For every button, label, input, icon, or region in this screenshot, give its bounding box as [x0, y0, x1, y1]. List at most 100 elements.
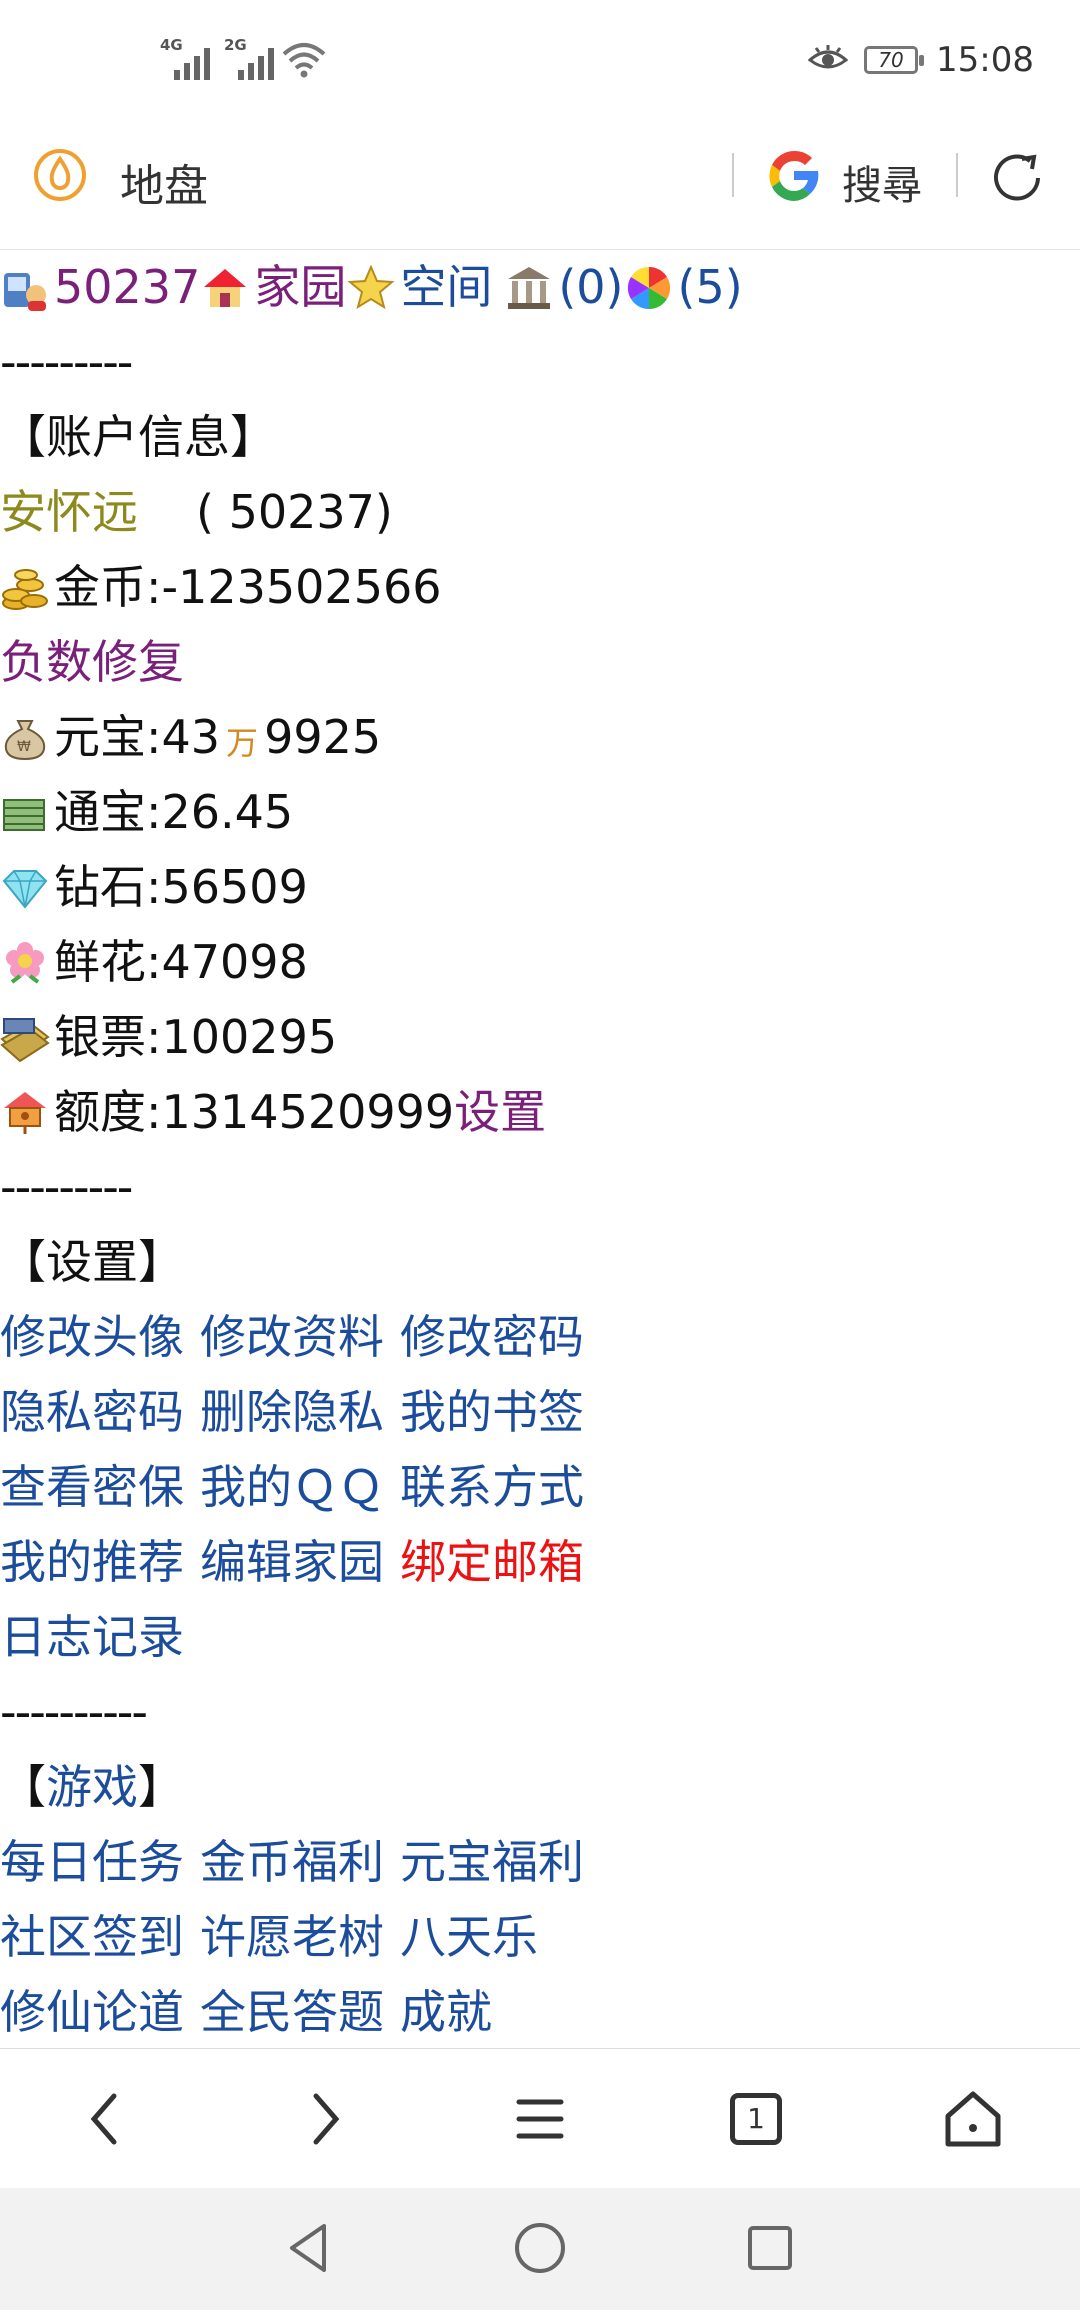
- clock: 15:08: [936, 40, 1034, 80]
- gold-row: 金币: -123502566: [0, 550, 1080, 625]
- forward-icon[interactable]: [288, 2084, 358, 2154]
- bind-email-link[interactable]: 绑定邮箱: [400, 1525, 584, 1600]
- home-icon: [204, 268, 247, 307]
- account-section-title: 【账户信息】: [0, 410, 276, 464]
- yuanbao-row: ₩ 元宝: 43 万 9925: [0, 700, 1080, 775]
- home-link[interactable]: 家园: [254, 250, 346, 325]
- browser-toolbar: 1: [0, 2048, 1080, 2189]
- fix-negative-row: 负数修复: [0, 625, 1080, 700]
- money-bag-icon: ₩: [4, 719, 46, 760]
- pinwheel-icon: [627, 266, 670, 309]
- home-nav-icon[interactable]: [938, 2084, 1008, 2154]
- banknote-icon: [0, 1017, 50, 1062]
- games-row: 每日任务 金币福利 元宝福利: [0, 1825, 1080, 1900]
- edit-home-link[interactable]: 编辑家园: [200, 1525, 384, 1600]
- phone-user-icon: [4, 272, 46, 311]
- my-referrals-link[interactable]: 我的推荐: [0, 1525, 184, 1600]
- log-records-link[interactable]: 日志记录: [0, 1600, 184, 1675]
- change-password-link[interactable]: 修改密码: [400, 1300, 584, 1375]
- settings-row: 日志记录: [0, 1600, 1080, 1675]
- quiz-link[interactable]: 全民答题: [200, 1975, 384, 2050]
- tongbao-text: 通宝:26.45: [54, 785, 294, 839]
- privacy-password-link[interactable]: 隐私密码: [0, 1375, 184, 1450]
- tabs-icon: 1: [730, 2093, 782, 2145]
- divider-line: ----------: [0, 1685, 148, 1739]
- star-space-icon: [347, 263, 395, 309]
- divider-line: ---------: [0, 1160, 133, 1214]
- username-link[interactable]: 安怀远: [0, 475, 138, 550]
- tongbao-row: 通宝:26.45: [0, 775, 1080, 850]
- site-title[interactable]: 地盘: [120, 150, 208, 214]
- my-qq-link[interactable]: 我的ＱＱ: [200, 1450, 384, 1525]
- signal-4g-icon: 4G: [160, 36, 210, 80]
- bracket-close: 】: [138, 1760, 184, 1814]
- flower-row: 鲜花:47098: [0, 925, 1080, 1000]
- quota-row: 额度:1314520999 设置: [0, 1075, 1080, 1150]
- site-drop-icon[interactable]: [32, 147, 88, 203]
- settings-section-title: 【设置】: [0, 1235, 184, 1289]
- address-bar: 地盘 搜尋: [0, 125, 1080, 250]
- google-logo-icon[interactable]: [763, 145, 825, 207]
- delete-privacy-link[interactable]: 删除隐私: [200, 1375, 384, 1450]
- cultivation-link[interactable]: 修仙论道: [0, 1975, 184, 2050]
- gold-welfare-link[interactable]: 金币福利: [200, 1825, 384, 1900]
- games-row: 社区签到 许愿老树 八天乐: [0, 1900, 1080, 1975]
- space-link[interactable]: 空间: [400, 250, 492, 325]
- battery-icon: 70: [864, 46, 924, 74]
- gold-coins-icon: [2, 568, 48, 610]
- top-links-row: 50237 家园 空间 (0) (5): [0, 250, 1080, 325]
- settings-row: 查看密保 我的ＱＱ 联系方式: [0, 1450, 1080, 1525]
- edit-profile-link[interactable]: 修改资料: [200, 1300, 384, 1375]
- games-row: 修仙论道 全民答题 成就: [0, 1975, 1080, 2050]
- battery-level: 70: [878, 48, 904, 72]
- user-id-text: ( 50237): [196, 485, 393, 539]
- games-link[interactable]: 游戏: [46, 1750, 138, 1825]
- eye-comfort-icon: [808, 45, 848, 69]
- bracket-open: 【: [0, 1760, 46, 1814]
- divider-line: ---------: [0, 335, 133, 389]
- yuanbao-rest-value: 9925: [264, 710, 382, 764]
- wifi-icon: [282, 43, 326, 78]
- search-button[interactable]: 搜尋: [842, 153, 922, 211]
- gold-value: -123502566: [161, 560, 442, 614]
- eight-day-link[interactable]: 八天乐: [400, 1900, 538, 1975]
- page-content: 50237 家园 空间 (0) (5) --------- 【账户信息】 安怀远…: [0, 250, 1080, 2050]
- my-bookmarks-link[interactable]: 我的书签: [400, 1375, 584, 1450]
- menu-icon[interactable]: [505, 2084, 575, 2154]
- achievements-link[interactable]: 成就: [400, 1975, 492, 2050]
- wish-tree-link[interactable]: 许愿老树: [200, 1900, 384, 1975]
- banknote-text: 银票:100295: [54, 1010, 338, 1064]
- status-bar: 4G 2G 70 15:08: [0, 0, 1080, 125]
- tab-count: 1: [747, 2102, 765, 2135]
- quota-text: 额度:1314520999: [54, 1085, 455, 1139]
- quota-setting-link[interactable]: 设置: [454, 1075, 546, 1150]
- community-checkin-link[interactable]: 社区签到: [0, 1900, 184, 1975]
- daily-task-link[interactable]: 每日任务: [0, 1825, 184, 1900]
- system-home-icon[interactable]: [510, 2218, 570, 2278]
- diamond-row: 钻石:56509: [0, 850, 1080, 925]
- other-count-link[interactable]: (5): [678, 250, 743, 325]
- bank-count-link[interactable]: (0): [558, 250, 623, 325]
- divider: [732, 153, 734, 197]
- fix-negative-link[interactable]: 负数修复: [0, 625, 184, 700]
- wan-unit: 万: [226, 724, 259, 762]
- diamond-icon: [2, 869, 48, 909]
- svg-text:₩: ₩: [17, 739, 31, 755]
- contact-info-link[interactable]: 联系方式: [400, 1450, 584, 1525]
- system-recents-icon[interactable]: [740, 2218, 800, 2278]
- bank-icon: [508, 266, 551, 309]
- tabs-button[interactable]: 1: [721, 2084, 791, 2154]
- games-section-title: 【 游戏 】: [0, 1750, 1080, 1825]
- back-icon[interactable]: [72, 2084, 142, 2154]
- yuanbao-welfare-link[interactable]: 元宝福利: [400, 1825, 584, 1900]
- diamond-text: 钻石:56509: [54, 860, 308, 914]
- system-back-icon[interactable]: [280, 2218, 340, 2278]
- settings-row: 修改头像 修改资料 修改密码: [0, 1300, 1080, 1375]
- edit-avatar-link[interactable]: 修改头像: [0, 1300, 184, 1375]
- birdhouse-icon: [4, 1091, 46, 1134]
- view-security-link[interactable]: 查看密保: [0, 1450, 184, 1525]
- yuanbao-label: 元宝:: [54, 710, 162, 764]
- flower-text: 鲜花:47098: [54, 935, 308, 989]
- user-id-link[interactable]: 50237: [54, 250, 200, 325]
- reload-icon[interactable]: [986, 147, 1048, 209]
